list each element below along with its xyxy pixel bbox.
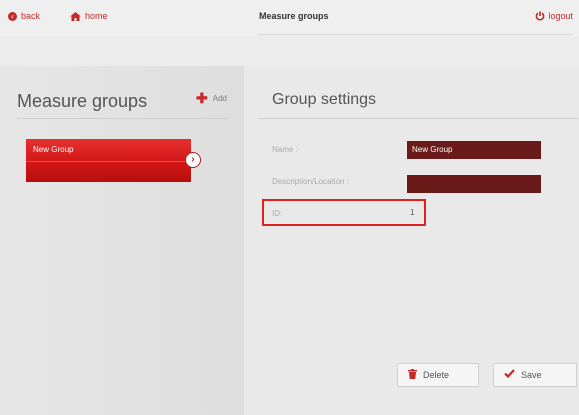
description-input[interactable] bbox=[407, 175, 541, 193]
group-item-label: New Group bbox=[33, 145, 74, 154]
name-input[interactable] bbox=[407, 141, 541, 159]
id-highlight-box bbox=[262, 199, 426, 226]
checkmark-icon bbox=[504, 369, 515, 381]
home-button[interactable]: home bbox=[70, 11, 108, 21]
description-label: Description/Location : bbox=[272, 177, 349, 186]
back-button[interactable]: ‹ back bbox=[8, 11, 40, 21]
home-label: home bbox=[85, 11, 108, 21]
settings-title: Group settings bbox=[272, 91, 377, 108]
chevron-right-icon[interactable]: › bbox=[185, 152, 201, 168]
back-circle-icon: ‹ bbox=[8, 11, 17, 21]
logout-label: logout bbox=[548, 11, 573, 21]
add-label: Add bbox=[212, 93, 227, 103]
trash-icon bbox=[408, 368, 417, 382]
save-button[interactable]: Save bbox=[493, 363, 577, 387]
right-divider bbox=[258, 118, 578, 119]
top-bar: ‹ back home Measure groups logout bbox=[0, 0, 579, 36]
top-divider bbox=[258, 34, 573, 35]
plus-icon: ✚ bbox=[196, 90, 208, 106]
left-divider bbox=[17, 118, 228, 119]
sub-bar bbox=[0, 36, 579, 66]
add-group-button[interactable]: ✚ Add bbox=[196, 90, 227, 106]
groups-title: Measure groups bbox=[17, 91, 148, 111]
delete-label: Delete bbox=[423, 370, 450, 380]
home-icon bbox=[70, 11, 81, 21]
power-icon bbox=[536, 11, 545, 21]
delete-button[interactable]: Delete bbox=[397, 363, 479, 387]
id-value: 1 bbox=[410, 208, 415, 217]
name-label: Name : bbox=[272, 145, 298, 154]
group-item-divider bbox=[26, 161, 191, 162]
page-title: Measure groups bbox=[259, 11, 329, 21]
save-label: Save bbox=[521, 370, 542, 380]
back-label: back bbox=[21, 11, 41, 21]
logout-button[interactable]: logout bbox=[535, 11, 573, 21]
group-list-item[interactable]: New Group bbox=[26, 139, 191, 182]
id-label: ID: bbox=[272, 209, 283, 218]
